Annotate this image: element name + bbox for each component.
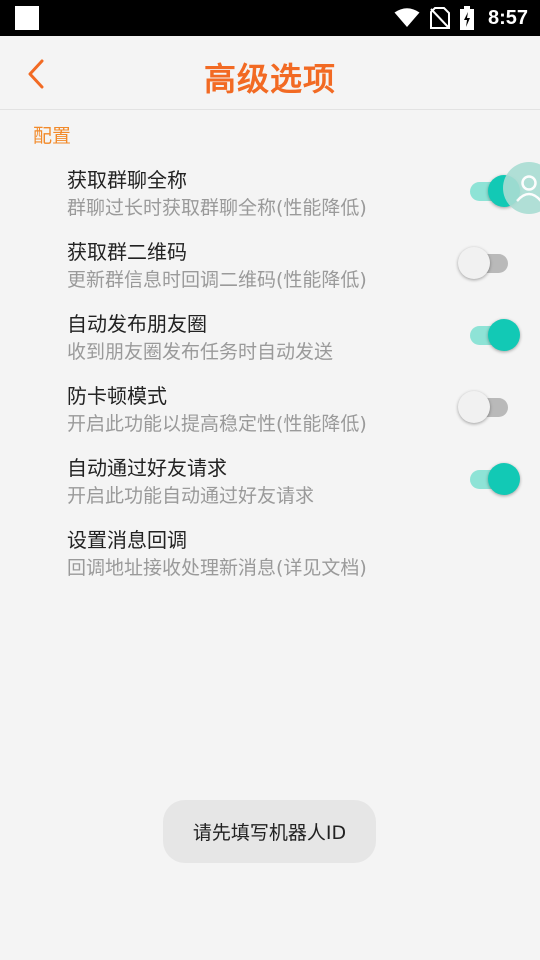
setting-description: 群聊过长时获取群聊全称(性能降低) [67, 197, 367, 219]
wifi-icon [394, 8, 420, 27]
toggle-thumb [458, 391, 490, 423]
toggle-thumb [458, 247, 490, 279]
section-header: 配置 [33, 125, 72, 147]
setting-title: 获取群聊全称 [67, 168, 187, 192]
setting-message-callback[interactable]: 设置消息回调 回调地址接收处理新消息(详见文档) [0, 524, 540, 596]
setting-auto-accept-friends[interactable]: 自动通过好友请求 开启此功能自动通过好友请求 [0, 452, 540, 524]
setting-get-group-qrcode[interactable]: 获取群二维码 更新群信息时回调二维码(性能降低) [0, 236, 540, 308]
setting-title: 防卡顿模式 [67, 384, 167, 408]
toast-message: 请先填写机器人ID [163, 800, 376, 863]
toggle-switch[interactable] [458, 461, 522, 497]
battery-charging-icon [459, 6, 474, 30]
setting-title: 获取群二维码 [67, 240, 187, 264]
no-sim-icon [429, 7, 450, 29]
status-time: 8:57 [487, 6, 528, 29]
status-icons: 8:57 [394, 0, 528, 36]
toggle-switch[interactable] [458, 317, 522, 353]
setting-title: 自动发布朋友圈 [67, 312, 207, 336]
toggle-switch[interactable] [458, 389, 522, 425]
setting-anti-lag-mode[interactable]: 防卡顿模式 开启此功能以提高稳定性(性能降低) [0, 380, 540, 452]
setting-description: 开启此功能以提高稳定性(性能降低) [67, 413, 367, 435]
setting-auto-post-moments[interactable]: 自动发布朋友圈 收到朋友圈发布任务时自动发送 [0, 308, 540, 380]
status-bar: 8:57 [0, 0, 540, 36]
page-title: 高级选项 [203, 60, 336, 98]
app-bar: 高级选项 [0, 36, 540, 110]
setting-description: 收到朋友圈发布任务时自动发送 [67, 341, 334, 363]
setting-title: 设置消息回调 [67, 528, 187, 552]
setting-title: 自动通过好友请求 [67, 456, 227, 480]
setting-description: 回调地址接收处理新消息(详见文档) [67, 557, 367, 579]
toggle-switch[interactable] [458, 245, 522, 281]
setting-description: 开启此功能自动通过好友请求 [67, 485, 315, 507]
setting-get-group-full-name[interactable]: 获取群聊全称 群聊过长时获取群聊全称(性能降低) [0, 164, 540, 236]
toggle-thumb [488, 463, 520, 495]
toggle-thumb [488, 319, 520, 351]
setting-description: 更新群信息时回调二维码(性能降低) [67, 269, 367, 291]
person-icon [516, 175, 540, 202]
notification-square-icon [15, 6, 39, 30]
